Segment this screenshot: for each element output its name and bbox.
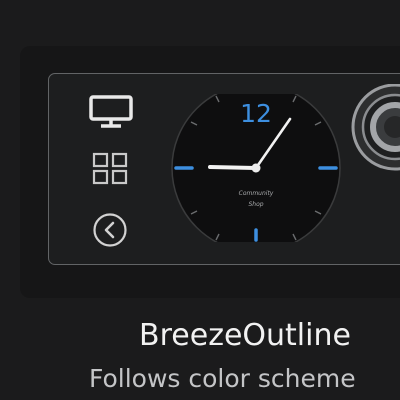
app-grid-icon — [92, 152, 128, 185]
preview-sidebar — [88, 94, 136, 254]
monitor-icon — [89, 95, 133, 128]
analog-clock: 12 Community Shop — [171, 94, 341, 242]
clock-brand-line-1: Community — [239, 190, 274, 197]
theme-name: BreezeOutline — [139, 318, 351, 353]
theme-chooser-view: 12 Community Shop BreezeOutline Follows … — [0, 0, 400, 400]
clock-brand-line-2: Shop — [248, 201, 263, 208]
clock-numeral-twelve: 12 — [240, 99, 272, 128]
back-arrow-icon — [93, 213, 127, 247]
theme-description: Follows color scheme — [89, 364, 356, 393]
clock-center-pin — [251, 163, 261, 173]
widget-badge-icon — [351, 84, 400, 171]
clock-hour-hand — [208, 165, 258, 170]
